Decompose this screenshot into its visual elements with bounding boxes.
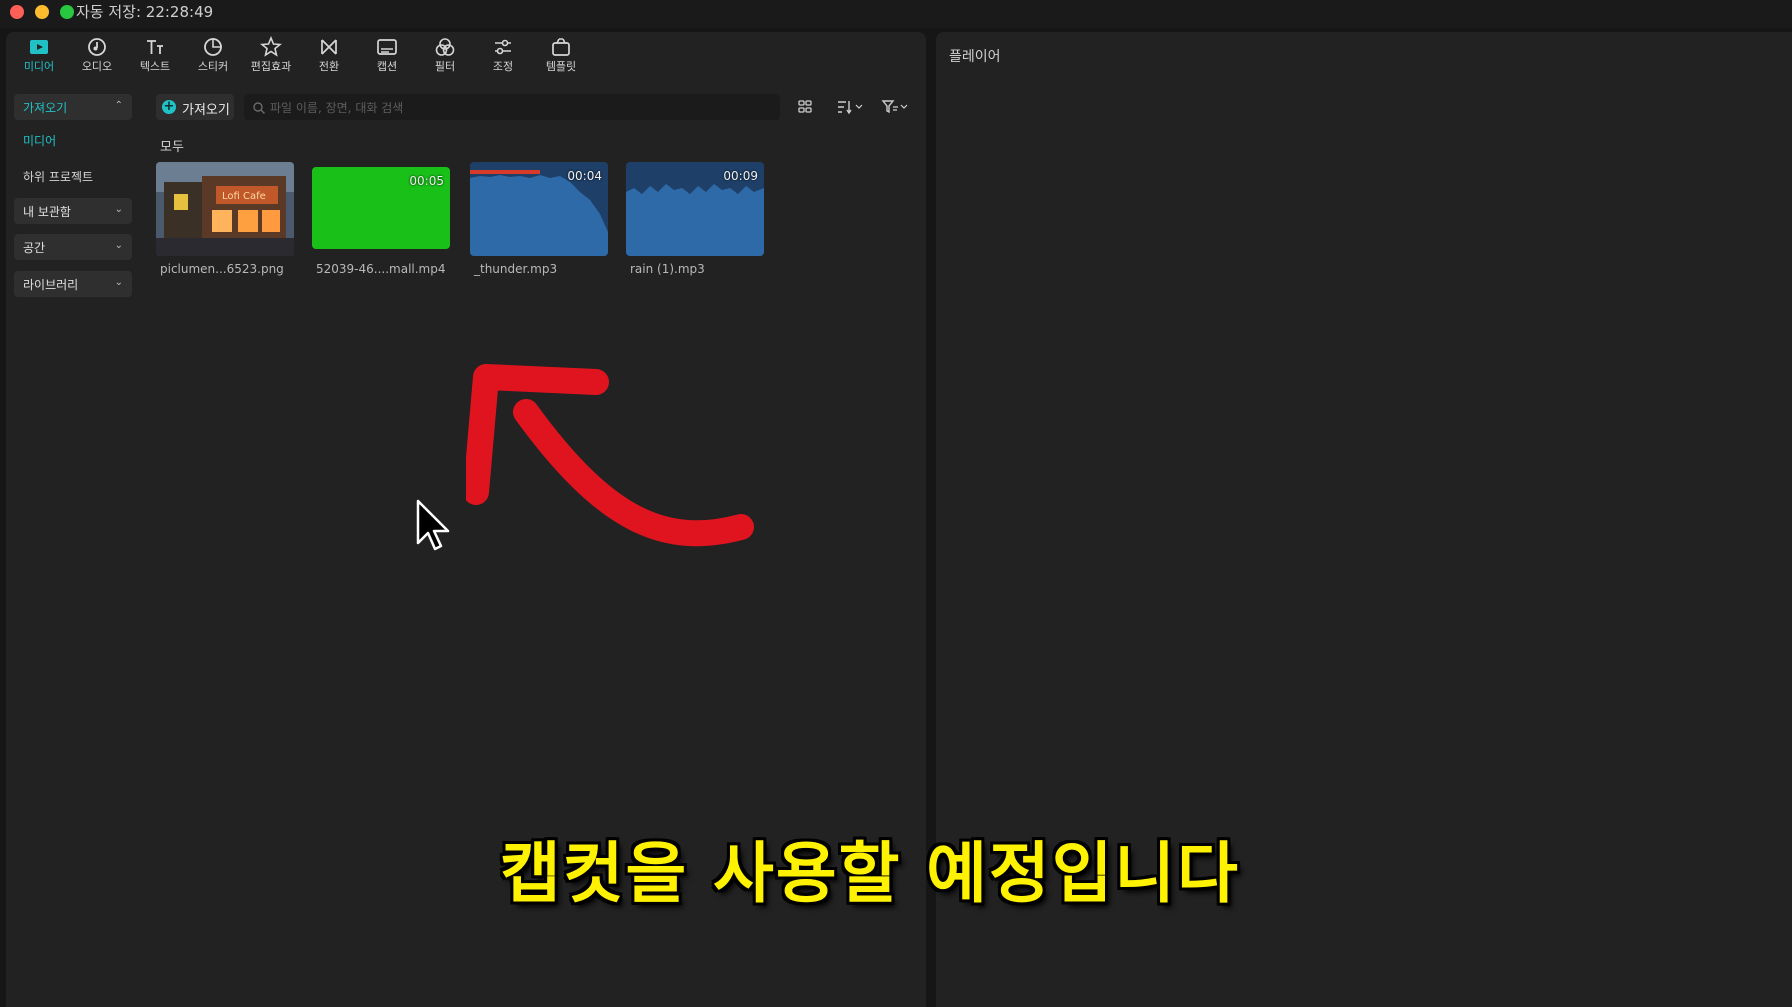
chevron-down-icon: ⌄ xyxy=(114,277,123,288)
sidebar-item-media[interactable]: 미디어 xyxy=(23,132,56,149)
title-bar: 자동 저장: 22:28:49 xyxy=(0,0,1792,28)
media-item-name: rain (1).mp3 xyxy=(630,262,705,276)
chevron-up-icon: ⌃ xyxy=(114,100,123,111)
audio-waveform-thumbnail: 00:09 xyxy=(626,162,764,256)
sidebar-my-storage-dropdown[interactable]: 내 보관함 ⌄ xyxy=(14,198,132,224)
tab-sticker[interactable]: 스티커 xyxy=(185,34,241,78)
autosave-status: 자동 저장: 22:28:49 xyxy=(76,3,214,21)
adjust-icon xyxy=(475,36,531,60)
transition-icon xyxy=(301,36,357,60)
caption-icon xyxy=(359,36,415,60)
filter-icon xyxy=(417,36,473,60)
chevron-down-icon: ⌄ xyxy=(114,240,123,251)
media-item-audio[interactable]: 00:04 _thunder.mp3 xyxy=(470,162,608,310)
section-title-all: 모두 xyxy=(160,140,184,155)
tab-audio[interactable]: 오디오 xyxy=(69,34,125,78)
tab-effects[interactable]: 편집효과 xyxy=(243,34,299,78)
sidebar-library-dropdown[interactable]: 라이브러리 ⌄ xyxy=(14,271,132,297)
media-item-name: piclumen...6523.png xyxy=(160,262,284,276)
tab-template[interactable]: 템플릿 xyxy=(533,34,589,78)
minimize-window-button[interactable] xyxy=(35,5,49,19)
media-item-name: _thunder.mp3 xyxy=(474,262,558,276)
chevron-down-icon: ⌄ xyxy=(114,204,123,215)
player-title: 플레이어 xyxy=(949,49,1001,65)
effects-icon xyxy=(243,35,299,60)
tab-text[interactable]: 텍스트 xyxy=(127,34,183,78)
media-item-image[interactable]: Lofi Cafe piclumen...6523.png xyxy=(156,162,294,310)
audio-icon xyxy=(69,36,125,60)
search-input[interactable] xyxy=(268,97,772,119)
media-icon xyxy=(11,36,67,60)
tab-transition[interactable]: 전환 xyxy=(301,34,357,78)
template-icon xyxy=(533,36,589,60)
sort-icon[interactable] xyxy=(832,96,866,118)
search-icon xyxy=(252,100,266,114)
audio-waveform-thumbnail: 00:04 xyxy=(470,162,608,256)
text-icon xyxy=(127,36,183,60)
tab-media[interactable]: 미디어 xyxy=(11,34,67,78)
svg-text:Lofi Cafe: Lofi Cafe xyxy=(222,191,266,202)
asset-toolbar: 미디어 오디오 텍스트 스티커 편집효과 전환 캡션 필터 조정 템플릿 xyxy=(6,32,606,78)
sidebar-item-sub-project[interactable]: 하위 프로젝트 xyxy=(23,168,93,185)
tab-caption[interactable]: 캡션 xyxy=(359,34,415,78)
image-thumbnail: Lofi Cafe xyxy=(156,162,294,256)
sidebar-import-dropdown[interactable]: 가져오기 ⌃ xyxy=(14,94,132,120)
media-item-audio[interactable]: 00:09 rain (1).mp3 xyxy=(626,162,764,310)
sticker-icon xyxy=(185,36,241,60)
sidebar-space-dropdown[interactable]: 공간 ⌄ xyxy=(14,234,132,260)
search-box xyxy=(244,94,780,120)
import-button[interactable]: + 가져오기 xyxy=(156,94,234,120)
close-window-button[interactable] xyxy=(10,5,24,19)
video-subtitle-caption: 캡컷을 사용할 예정입니다 xyxy=(500,835,1240,912)
duration-badge: 00:04 xyxy=(567,169,602,183)
media-item-name: 52039-46....mall.mp4 xyxy=(316,262,446,276)
duration-badge: 00:09 xyxy=(723,169,758,183)
video-thumbnail: 00:05 xyxy=(312,167,450,249)
tab-adjust[interactable]: 조정 xyxy=(475,34,531,78)
zoom-window-button[interactable] xyxy=(60,5,74,19)
tab-filter[interactable]: 필터 xyxy=(417,34,473,78)
plus-icon: + xyxy=(162,99,176,114)
mouse-cursor-icon xyxy=(416,499,450,551)
grid-view-icon[interactable] xyxy=(790,96,824,118)
media-item-video[interactable]: 00:05 52039-46....mall.mp4 xyxy=(312,162,450,310)
red-arrow-annotation xyxy=(466,364,754,547)
duration-badge: 00:05 xyxy=(409,174,444,188)
filter-dropdown-icon[interactable] xyxy=(878,96,912,118)
